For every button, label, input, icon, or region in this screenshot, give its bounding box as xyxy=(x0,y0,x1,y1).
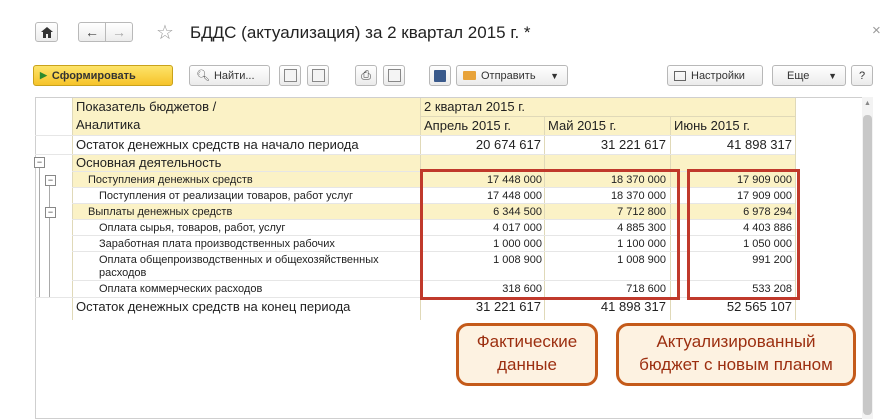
settings-icon xyxy=(674,70,686,81)
chevron-down-icon: ▼ xyxy=(828,70,837,81)
help-button[interactable]: ? xyxy=(851,65,873,86)
month-header-april: Апрель 2015 г. xyxy=(424,118,512,133)
value-cell[interactable]: 31 221 617 xyxy=(421,299,541,314)
scrollbar-thumb[interactable] xyxy=(863,115,872,415)
preview-icon xyxy=(387,69,401,82)
row-label: Оплата сырья, товаров, работ, услуг xyxy=(99,222,286,234)
value-cell[interactable]: 41 898 317 xyxy=(671,137,792,152)
save-button[interactable] xyxy=(429,65,451,86)
tree-line xyxy=(49,180,50,297)
row-label-continued: расходов xyxy=(99,267,147,279)
value-cell[interactable]: 31 221 617 xyxy=(545,137,666,152)
row-label: Оплата общепроизводственных и общехозяйс… xyxy=(99,254,379,266)
value-cell[interactable]: 20 674 617 xyxy=(421,137,541,152)
row-label: Поступления денежных средств xyxy=(88,174,253,186)
row-label: Остаток денежных средств на конец период… xyxy=(76,299,351,314)
row-label: Поступления от реализации товаров, работ… xyxy=(99,190,353,202)
column-header-analytics: Аналитика xyxy=(76,117,141,132)
search-icon: 🔍︎ xyxy=(196,70,210,82)
row-label: Выплаты денежных средств xyxy=(88,206,233,218)
actual-data-callout: Фактические данные xyxy=(456,323,598,386)
plan-callout: Актуализированный бюджет с новым планом xyxy=(616,323,856,386)
expand-groups-button[interactable] xyxy=(279,65,301,86)
month-header-june: Июнь 2015 г. xyxy=(674,118,750,133)
back-arrow-icon: ← xyxy=(85,24,99,40)
collapse-icon xyxy=(311,69,325,82)
more-button[interactable]: Еще ▼ xyxy=(772,65,846,86)
more-label: Еще xyxy=(787,69,810,82)
print-icon: ⎙ xyxy=(361,68,371,82)
find-label: Найти... xyxy=(213,69,255,82)
print-button[interactable]: ⎙ xyxy=(355,65,377,86)
column-header-indicator: Показатель бюджетов / xyxy=(76,99,217,114)
back-button[interactable]: ← xyxy=(78,22,106,42)
callout-text: бюджет с новым планом xyxy=(639,355,833,374)
collapse-toggle-icon[interactable]: − xyxy=(45,207,56,218)
send-label: Отправить xyxy=(481,69,536,82)
month-header-may: Май 2015 г. xyxy=(548,118,617,133)
scroll-up-icon[interactable]: ▲ xyxy=(864,100,871,107)
forward-arrow-icon: → xyxy=(112,24,126,40)
settings-button[interactable]: Настройки xyxy=(667,65,763,86)
tree-line xyxy=(39,162,40,297)
row-label: Остаток денежных средств на начало перио… xyxy=(76,137,359,152)
value-cell[interactable]: 52 565 107 xyxy=(671,299,792,314)
row-label: Основная деятельность xyxy=(76,155,222,170)
forward-button[interactable]: → xyxy=(105,22,133,42)
settings-label: Настройки xyxy=(691,69,745,82)
favorite-star-icon[interactable]: ☆ xyxy=(156,20,174,45)
send-button[interactable]: Отправить ▼ xyxy=(456,65,568,86)
play-icon: ▶ xyxy=(40,70,47,80)
home-icon xyxy=(40,26,53,38)
expand-icon xyxy=(283,69,297,82)
callout-text: данные xyxy=(497,355,557,374)
plan-data-highlight xyxy=(687,169,800,300)
vertical-scrollbar[interactable]: ▲ xyxy=(862,97,873,419)
home-button[interactable] xyxy=(35,22,58,42)
envelope-icon xyxy=(463,71,476,80)
row-label: Оплата коммерческих расходов xyxy=(99,283,263,295)
callout-text: Фактические xyxy=(476,332,578,351)
callout-text: Актуализированный xyxy=(656,332,816,351)
period-header: 2 квартал 2015 г. xyxy=(424,99,525,114)
help-label: ? xyxy=(858,69,866,82)
actual-data-highlight xyxy=(420,169,680,300)
collapse-groups-button[interactable] xyxy=(307,65,329,86)
save-icon xyxy=(434,69,446,82)
collapse-toggle-icon[interactable]: − xyxy=(45,175,56,186)
chevron-down-icon: ▼ xyxy=(550,70,559,81)
generate-label: Сформировать xyxy=(51,69,136,82)
value-cell[interactable]: 41 898 317 xyxy=(545,299,666,314)
collapse-toggle-icon[interactable]: − xyxy=(34,157,45,168)
window-title: БДДС (актуализация) за 2 квартал 2015 г.… xyxy=(190,23,531,42)
preview-button[interactable] xyxy=(383,65,405,86)
generate-button[interactable]: ▶ Сформировать xyxy=(33,65,173,86)
find-button[interactable]: 🔍︎ Найти... xyxy=(189,65,270,86)
close-icon[interactable]: × xyxy=(872,22,881,39)
row-label: Заработная плата производственных рабочи… xyxy=(99,238,335,250)
